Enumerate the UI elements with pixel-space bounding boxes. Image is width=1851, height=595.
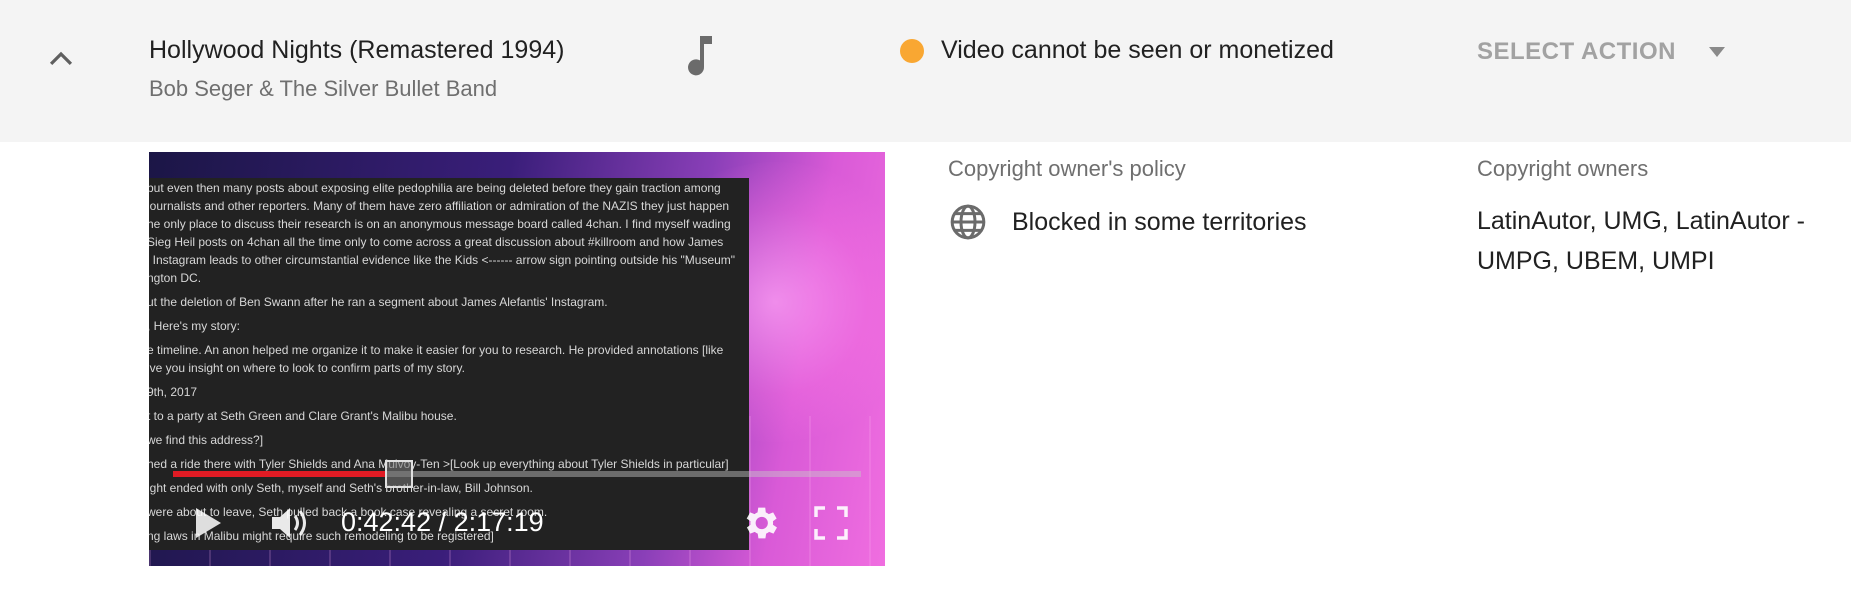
document-line: , Here's my story: [149, 319, 240, 333]
document-line: hed a ride there with Tyler Shields and … [149, 457, 729, 471]
document-line: ' Instagram leads to other circumstantia… [149, 253, 736, 267]
policy-row: Blocked in some territories [948, 202, 1307, 242]
document-line: journalists and other reporters. Many of… [149, 199, 730, 213]
document-line: t to a party at Seth Green and Clare Gra… [149, 409, 457, 423]
chevron-up-icon [49, 51, 73, 66]
document-line: he only place to discuss their research … [149, 217, 731, 231]
document-line: ngton DC. [149, 271, 202, 285]
status-dot [900, 38, 924, 63]
document-line: we find this address?] [149, 433, 264, 447]
policy-label: Copyright owner's policy [948, 156, 1186, 181]
globe-icon [950, 204, 986, 240]
video-document-frame: but even then many posts about exposing … [149, 178, 749, 550]
document-line: ut the deletion of Ben Swann after he ra… [149, 295, 608, 309]
video-player[interactable]: but even then many posts about exposing … [149, 152, 885, 566]
status-text: Video cannot be seen or monetized [941, 36, 1334, 64]
fullscreen-icon[interactable] [813, 505, 849, 541]
document-line: 9th, 2017 [149, 385, 198, 399]
document-line: ight ended with only Seth, myself and Se… [149, 481, 533, 495]
document-line: ive you insight on where to look to conf… [149, 361, 465, 375]
claim-header: Hollywood Nights (Remastered 1994) Bob S… [0, 0, 1851, 142]
document-line: e timeline. An anon helped me organize i… [149, 343, 724, 357]
policy-value: Blocked in some territories [1012, 207, 1307, 236]
track-artist: Bob Seger & The Silver Bullet Band [149, 76, 498, 101]
select-action-dropdown[interactable]: SELECT ACTION [1477, 32, 1726, 72]
claim-status: Video cannot be seen or monetized [900, 36, 1334, 65]
document-line: Sieg Heil posts on 4chan all the time on… [149, 235, 724, 249]
document-line: but even then many posts about exposing … [149, 181, 721, 195]
time-display: 0:42:42 / 2:17:19 [341, 507, 544, 537]
progress-bar[interactable] [173, 471, 861, 477]
select-action-label: SELECT ACTION [1477, 38, 1676, 65]
music-note-icon [688, 36, 712, 76]
player-controls: 0:42:42 / 2:17:19 [149, 496, 885, 552]
volume-icon[interactable] [269, 504, 311, 542]
track-title: Hollywood Nights (Remastered 1994) [149, 36, 565, 64]
collapse-button[interactable] [40, 38, 82, 80]
gear-icon[interactable] [739, 502, 781, 544]
progress-fill [173, 471, 387, 477]
owners-value: LatinAutor, UMG, LatinAutor - UMPG, UBEM… [1477, 207, 1805, 275]
progress-scrubber[interactable] [384, 460, 413, 488]
caret-down-icon [1708, 47, 1725, 57]
owners-label: Copyright owners [1477, 156, 1649, 181]
play-icon[interactable] [193, 506, 223, 540]
